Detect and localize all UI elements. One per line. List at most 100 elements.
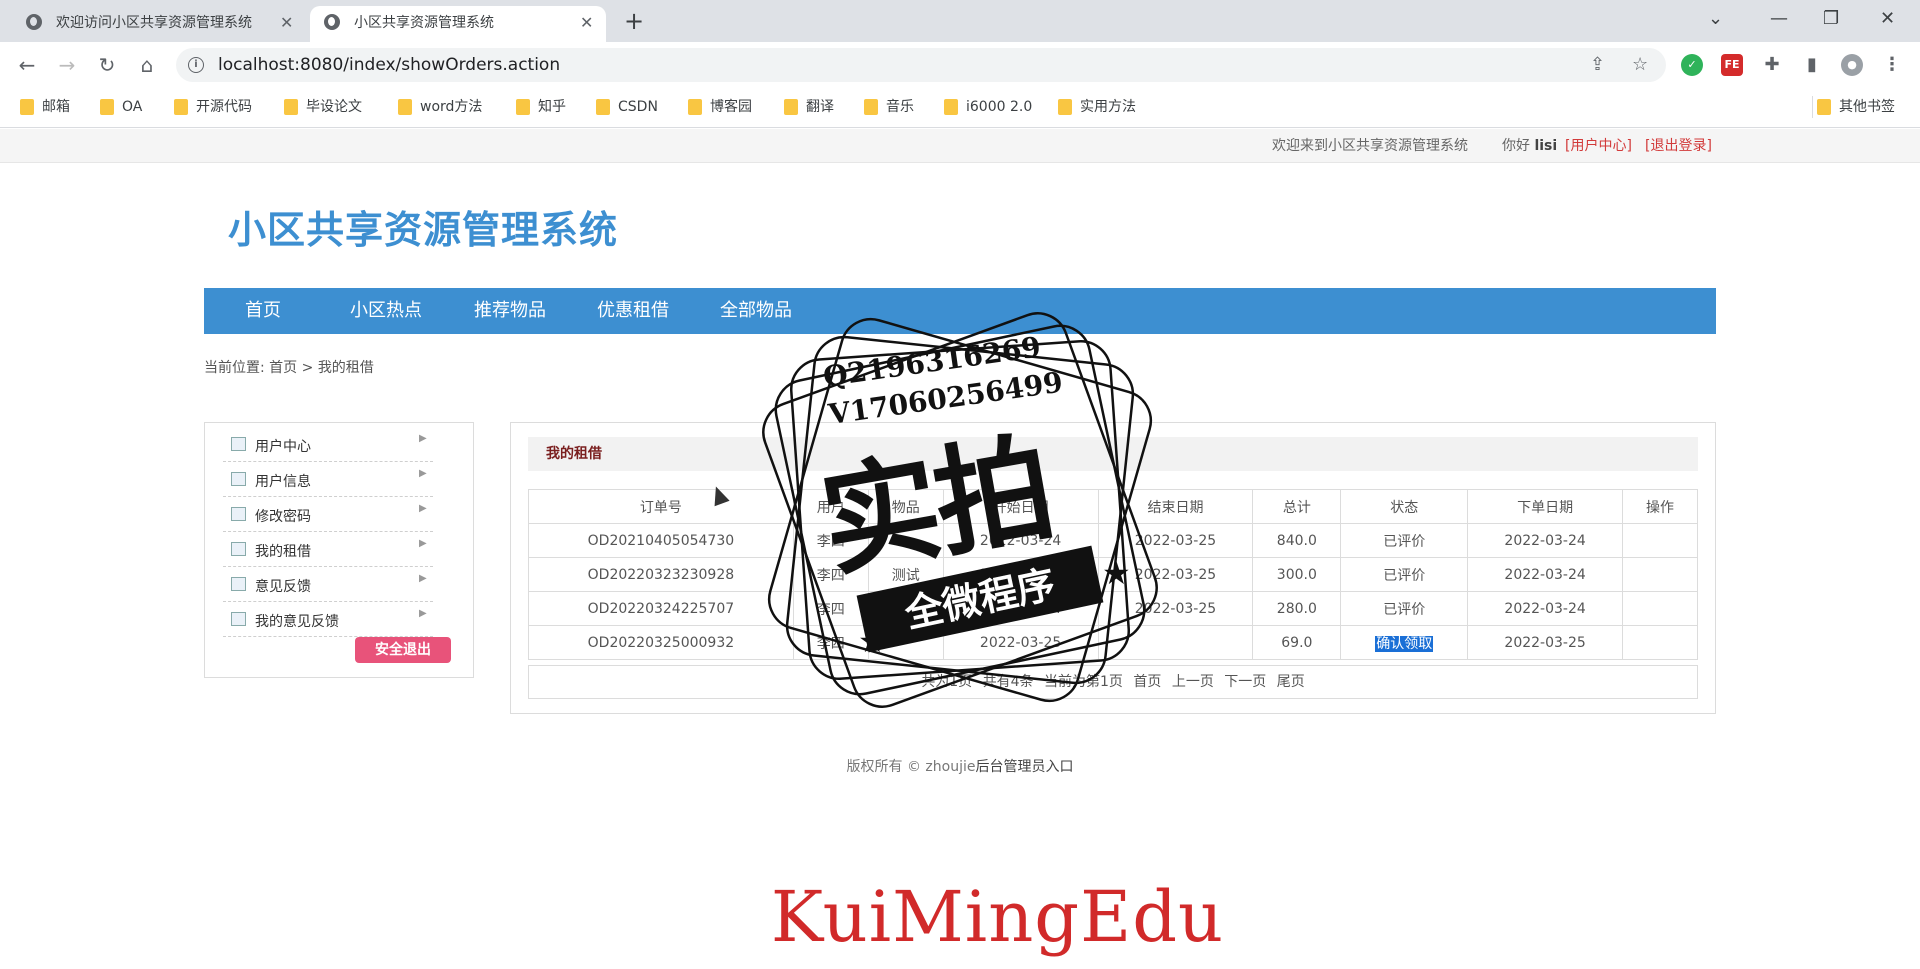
nav-home[interactable]: 首页 [245, 288, 281, 334]
nav-recommended[interactable]: 推荐物品 [474, 288, 546, 334]
admin-entry-link[interactable]: 后台管理员入口 [975, 759, 1073, 775]
chevron-right-icon: ▶ [419, 433, 427, 444]
site-logo[interactable]: 小区共享资源管理系统 [228, 199, 618, 254]
folder-icon [100, 99, 114, 115]
svg-text:★: ★ [1102, 554, 1131, 592]
chevron-right-icon: ▶ [419, 573, 427, 584]
bookmark-item[interactable]: 邮箱 [16, 96, 70, 118]
column-header: 状态 [1340, 489, 1469, 524]
bookmark-item[interactable]: 博客园 [684, 96, 752, 118]
folder-icon [20, 99, 34, 115]
breadcrumb-home[interactable]: 首页 [269, 360, 297, 376]
folder-icon [864, 99, 878, 115]
user-card-icon [231, 472, 246, 486]
bookmark-item[interactable]: word方法 [394, 96, 482, 118]
breadcrumb-current: 我的租借 [317, 360, 374, 376]
bookmark-item[interactable]: 音乐 [860, 96, 914, 118]
extensions-puzzle-icon[interactable]: ✚ [1761, 54, 1783, 76]
document-icon [231, 612, 246, 626]
sidebar-item-user-info[interactable]: 用户信息 ▶ [223, 462, 433, 497]
folder-icon [596, 99, 610, 115]
folder-icon [1058, 99, 1072, 115]
order-action [1622, 625, 1698, 660]
user-sidebar: 用户中心 ▶ 用户信息 ▶ 修改密码 ▶ 我的租借 ▶ 意见反馈 ▶ 我的意见反… [204, 422, 474, 678]
order-action [1622, 557, 1698, 592]
bookmark-item[interactable]: 知乎 [512, 96, 566, 118]
folder-icon [1817, 99, 1831, 115]
browser-tab-active[interactable]: 小区共享资源管理系统 ✕ [310, 6, 606, 42]
tab-search-icon[interactable]: ⌄ [1708, 4, 1723, 34]
column-header: 下单日期 [1467, 489, 1624, 524]
bookmark-item[interactable]: 开源代码 [170, 96, 252, 118]
username: lisi [1534, 138, 1558, 154]
tab-title: 欢迎访问小区共享资源管理系统 [56, 15, 252, 31]
restore-icon[interactable]: ❐ [1823, 4, 1839, 34]
chevron-right-icon: ▶ [419, 503, 427, 514]
bookmark-item[interactable]: 实用方法 [1054, 96, 1136, 118]
forward-icon[interactable]: → [52, 50, 82, 80]
breadcrumb-separator: > [301, 360, 314, 376]
safe-logout-button[interactable]: 安全退出 [355, 637, 451, 663]
other-bookmarks[interactable]: 其他书签 [1812, 96, 1895, 118]
order-status: 已评价 [1340, 557, 1469, 592]
shield-extension-icon[interactable]: ✓ [1681, 54, 1703, 76]
chevron-right-icon: ▶ [419, 468, 427, 479]
sidebar-item-user-center[interactable]: 用户中心 ▶ [223, 427, 433, 462]
menu-kebab-icon[interactable]: ⋮ [1881, 54, 1903, 76]
sidebar-item-my-rentals[interactable]: 我的租借 ▶ [223, 532, 433, 567]
site-info-icon[interactable]: i [188, 57, 204, 73]
back-icon[interactable]: ← [12, 50, 42, 80]
side-panel-icon[interactable]: ▮ [1801, 54, 1823, 76]
bookmark-item[interactable]: CSDN [592, 96, 658, 118]
confirm-receipt-link[interactable]: 确认领取 [1375, 635, 1434, 652]
watermark-stamp: ★ ★ Q2196316269 V17060256499 实拍 全微程序 [730, 280, 1190, 740]
column-header: 操作 [1622, 489, 1698, 524]
bookmark-item[interactable]: i6000 2.0 [940, 96, 1032, 118]
sidebar-item-change-password[interactable]: 修改密码 ▶ [223, 497, 433, 532]
chevron-right-icon: ▶ [419, 538, 427, 549]
user-center-link[interactable]: [用户中心] [1565, 129, 1632, 163]
url-text[interactable]: localhost:8080/index/showOrders.action [218, 48, 560, 82]
minimize-icon[interactable]: — [1770, 4, 1788, 34]
bookmark-item[interactable]: OA [96, 96, 142, 118]
sidebar-item-my-feedback[interactable]: 我的意见反馈 ▶ [223, 602, 433, 637]
close-icon[interactable]: ✕ [280, 7, 293, 39]
order-date: 2022-03-25 [1467, 625, 1624, 660]
greeting: 你好 lisi [1502, 138, 1558, 154]
folder-icon [944, 99, 958, 115]
browser-tab-welcome[interactable]: 欢迎访问小区共享资源管理系统 ✕ [0, 6, 310, 42]
address-bar[interactable]: i localhost:8080/index/showOrders.action… [176, 48, 1666, 82]
sidebar-item-feedback[interactable]: 意见反馈 ▶ [223, 567, 433, 602]
close-icon[interactable]: ✕ [580, 7, 593, 39]
breadcrumb: 当前位置: 首页 > 我的租借 [204, 360, 374, 376]
order-total: 69.0 [1252, 625, 1342, 660]
browser-tab-bar: 欢迎访问小区共享资源管理系统 ✕ 小区共享资源管理系统 ✕ + ⌄ — ❐ ✕ [0, 0, 1920, 42]
new-tab-icon[interactable]: + [624, 6, 644, 36]
bookmark-item[interactable]: 翻译 [780, 96, 834, 118]
column-header: 总计 [1252, 489, 1342, 524]
document-icon [231, 542, 246, 556]
bookmark-star-icon[interactable]: ☆ [1632, 54, 1648, 75]
nav-discount[interactable]: 优惠租借 [597, 288, 669, 334]
order-date: 2022-03-24 [1467, 591, 1624, 626]
folder-icon [174, 99, 188, 115]
order-date: 2022-03-24 [1467, 523, 1624, 558]
home-icon[interactable]: ⌂ [132, 50, 162, 80]
nav-hot[interactable]: 小区热点 [350, 288, 422, 334]
reload-icon[interactable]: ↻ [92, 50, 122, 80]
user-card-icon [231, 437, 246, 451]
last-page-link[interactable]: 尾页 [1277, 674, 1305, 690]
bookmarks-bar: 邮箱 OA 开源代码 毕设论文 word方法 知乎 CSDN 博客园 翻译 音乐… [0, 88, 1920, 128]
next-page-link[interactable]: 下一页 [1224, 674, 1266, 690]
footer: 版权所有 © zhoujie后台管理员入口 [0, 756, 1920, 776]
share-icon[interactable]: ⇪ [1590, 54, 1605, 75]
logout-link[interactable]: [退出登录] [1645, 129, 1712, 163]
order-status: 已评价 [1340, 523, 1469, 558]
window-close-icon[interactable]: ✕ [1880, 4, 1895, 34]
fe-extension-icon[interactable]: FE [1721, 54, 1743, 76]
folder-icon [688, 99, 702, 115]
globe-icon [324, 14, 340, 30]
bookmark-item[interactable]: 毕设论文 [280, 96, 362, 118]
welcome-text: 欢迎来到小区共享资源管理系统 [1272, 138, 1468, 154]
profile-avatar-icon[interactable]: ● [1841, 54, 1863, 76]
